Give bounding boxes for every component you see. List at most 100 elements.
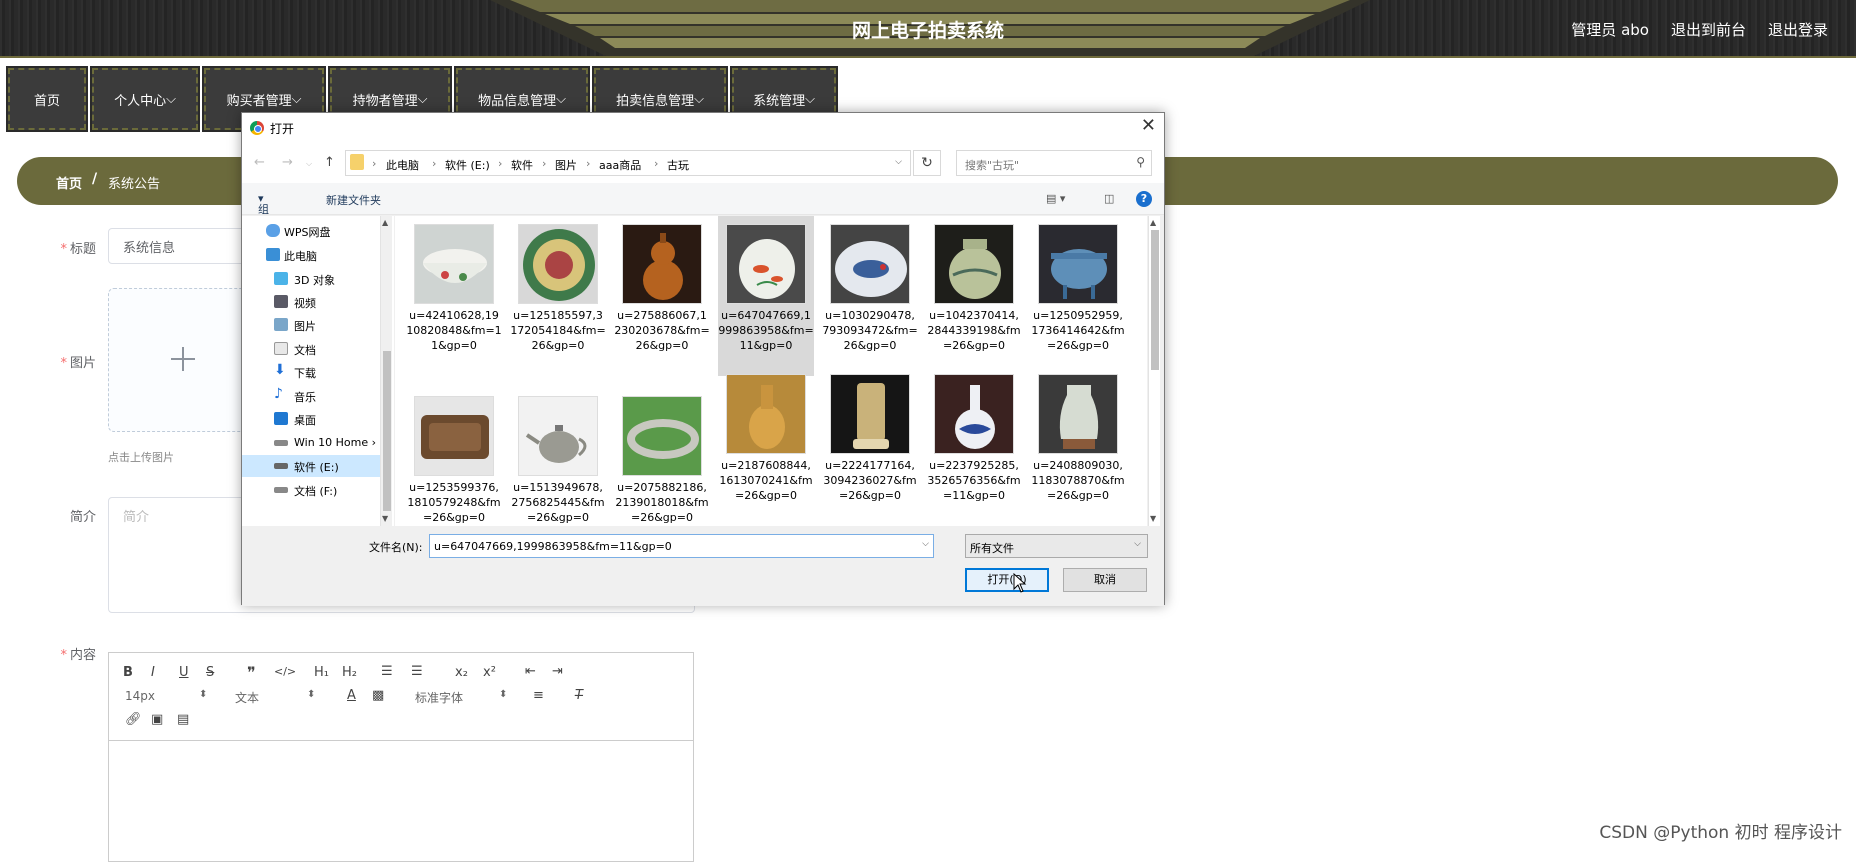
tree-item-3d[interactable]: 3D 对象 <box>242 268 380 290</box>
tree-item-desktop[interactable]: 桌面 <box>242 408 380 430</box>
tree-scrollbar[interactable]: ▲ ▼ <box>380 216 392 526</box>
search-input[interactable]: 搜索"古玩" ⚲ <box>956 150 1152 176</box>
image-icon[interactable]: ▣ <box>151 712 163 727</box>
refresh-icon[interactable]: ↻ <box>913 150 941 176</box>
scrollbar-thumb[interactable] <box>383 351 391 511</box>
chevron-down-icon[interactable]: ⌵ <box>895 157 902 167</box>
italic-button[interactable]: I <box>151 665 155 680</box>
files-scrollbar[interactable]: ▲ ▼ <box>1148 216 1160 526</box>
file-tile[interactable]: u=2408809030,1183078870&fm=26&gp=0 <box>1030 366 1126 526</box>
admin-user-link[interactable]: 管理员 abo <box>1571 19 1649 40</box>
file-tile[interactable]: u=1030290478,793093472&fm=26&gp=0 <box>822 216 918 376</box>
title-input[interactable]: 系统信息 <box>108 228 248 264</box>
organize-button[interactable]: 组织 ▾ <box>258 192 264 205</box>
chevron-down-icon[interactable]: ⌵ <box>306 159 312 169</box>
file-tile[interactable]: u=125185597,3172054184&fm=26&gp=0 <box>510 216 606 376</box>
scroll-down-icon[interactable]: ▼ <box>382 514 388 523</box>
close-icon[interactable]: ✕ <box>1141 115 1156 136</box>
chevron-down-icon: ⌵ <box>556 92 566 107</box>
path-segment[interactable]: 此电脑 <box>386 157 419 173</box>
bullet-list-icon[interactable]: ☰ <box>411 664 423 679</box>
ordered-list-icon[interactable]: ☰ <box>381 664 393 679</box>
strike-button[interactable]: S <box>206 665 214 680</box>
h1-button[interactable]: H₁ <box>314 665 329 680</box>
tree-item-c-drive[interactable]: Win 10 Home › <box>242 432 380 454</box>
h2-button[interactable]: H₂ <box>342 665 357 680</box>
file-tile[interactable]: u=1513949678,2756825445&fm=26&gp=0 <box>510 388 606 526</box>
file-tile[interactable]: u=275886067,1230203678&fm=26&gp=0 <box>614 216 710 376</box>
tree-item-videos[interactable]: 视频 <box>242 291 380 313</box>
image-upload[interactable] <box>108 288 258 432</box>
filetype-select[interactable]: 所有文件 ⌵ <box>965 534 1148 558</box>
tree-item-music[interactable]: ♪音乐 <box>242 385 380 407</box>
path-segment[interactable]: 古玩 <box>667 157 689 173</box>
font-color-icon[interactable]: A <box>347 688 356 703</box>
link-icon[interactable]: 🔗︎ <box>125 712 142 727</box>
chevron-down-icon[interactable]: ⌵ <box>922 539 929 549</box>
preview-pane-icon[interactable]: ◫ <box>1104 192 1114 205</box>
breadcrumb-home[interactable]: 首页 <box>56 173 82 192</box>
new-folder-button[interactable]: 新建文件夹 <box>326 192 381 208</box>
view-options-icon[interactable]: ▤ ▾ <box>1046 192 1065 205</box>
superscript-button[interactable]: x² <box>483 665 496 680</box>
font-size-select[interactable]: 14px <box>125 689 155 703</box>
title-label-text: 标题 <box>70 242 96 257</box>
cancel-button[interactable]: 取消 <box>1063 568 1147 592</box>
file-tile[interactable]: u=2075882186,2139018018&fm=26&gp=0 <box>614 388 710 526</box>
scrollbar-thumb[interactable] <box>1151 230 1159 370</box>
path-segment[interactable]: 软件 <box>511 157 533 173</box>
forward-arrow-icon[interactable]: → <box>282 155 293 170</box>
background-color-icon[interactable]: ▩ <box>372 688 384 703</box>
tree-item-documents[interactable]: 文档 <box>242 338 380 360</box>
font-family-select[interactable]: 标准字体 <box>415 689 463 706</box>
align-icon[interactable]: ≡ <box>533 688 544 703</box>
scroll-up-icon[interactable]: ▲ <box>382 218 388 227</box>
tree-item-this-pc[interactable]: 此电脑 <box>242 244 380 266</box>
help-icon[interactable]: ? <box>1136 191 1152 207</box>
clear-format-icon[interactable]: T̶ <box>575 688 583 703</box>
up-arrow-icon[interactable]: ↑ <box>324 155 335 170</box>
bold-button[interactable]: B <box>123 665 133 680</box>
cloud-icon <box>266 224 280 237</box>
scroll-up-icon[interactable]: ▲ <box>1150 218 1156 227</box>
filename-input[interactable]: u=647047669,1999863958&fm=11&gp=0 ⌵ <box>429 534 934 558</box>
tree-item-downloads[interactable]: ⬇下载 <box>242 361 380 383</box>
subscript-button[interactable]: x₂ <box>455 665 468 680</box>
breadcrumb-current: 系统公告 <box>108 173 160 192</box>
quote-button[interactable]: ❞ <box>247 663 256 682</box>
file-tile[interactable]: u=42410628,1910820848&fm=11&gp=0 <box>406 216 502 376</box>
path-segment[interactable]: aaa商品 <box>599 157 641 173</box>
tree-item-pictures[interactable]: 图片 <box>242 314 380 336</box>
file-tile[interactable]: u=2224177164,3094236027&fm=26&gp=0 <box>822 366 918 526</box>
logout-link[interactable]: 退出登录 <box>1768 19 1828 40</box>
indent-icon[interactable]: ⇥ <box>552 664 563 679</box>
file-tile[interactable]: u=1250952959,1736414642&fm=26&gp=0 <box>1030 216 1126 376</box>
file-name: u=1513949678,2756825445&fm=26&gp=0 <box>510 480 606 525</box>
nav-item-personal-center[interactable]: 个人中心⌵ <box>92 68 198 130</box>
file-tile[interactable]: u=1042370414,2844339198&fm=26&gp=0 <box>926 216 1022 376</box>
video-icon[interactable]: ▤ <box>177 712 189 727</box>
scroll-down-icon[interactable]: ▼ <box>1150 514 1156 523</box>
rich-text-editor[interactable]: B I U S ❞ </> H₁ H₂ ☰ ☰ x₂ x² ⇤ ⇥ 14px ⬍… <box>108 652 694 862</box>
code-button[interactable]: </> <box>274 665 296 678</box>
nav-item-home[interactable]: 首页 <box>8 68 86 130</box>
file-tile[interactable]: u=2237925285,3526576356&fm=11&gp=0 <box>926 366 1022 526</box>
tree-item-f-drive[interactable]: 文档 (F:) <box>242 479 380 501</box>
tree-item-wps[interactable]: WPS网盘 <box>242 220 380 242</box>
block-type-select[interactable]: 文本 <box>235 689 259 706</box>
file-tile[interactable]: u=2187608844,1613070241&fm=26&gp=0 <box>718 366 814 526</box>
file-tile[interactable]: u=1253599376,1810579248&fm=26&gp=0 <box>406 388 502 526</box>
underline-button[interactable]: U <box>179 665 189 680</box>
tree-label: 文档 <box>294 342 316 358</box>
address-bar[interactable]: › 此电脑 › 软件 (E:) › 软件 › 图片 › aaa商品 › 古玩 ⌵ <box>345 150 911 176</box>
file-tile-selected[interactable]: u=647047669,1999863958&fm=11&gp=0 <box>718 216 814 376</box>
path-segment[interactable]: 图片 <box>555 157 577 173</box>
bracelet-thumbnail <box>622 396 702 476</box>
tree-item-e-drive[interactable]: 软件 (E:) <box>242 455 380 477</box>
back-arrow-icon[interactable]: ← <box>254 155 265 170</box>
image-label-text: 图片 <box>70 356 96 371</box>
open-button[interactable]: 打开(O) <box>965 568 1049 592</box>
path-segment[interactable]: 软件 (E:) <box>445 157 490 173</box>
outdent-icon[interactable]: ⇤ <box>525 664 536 679</box>
exit-to-frontend-link[interactable]: 退出到前台 <box>1671 19 1746 40</box>
